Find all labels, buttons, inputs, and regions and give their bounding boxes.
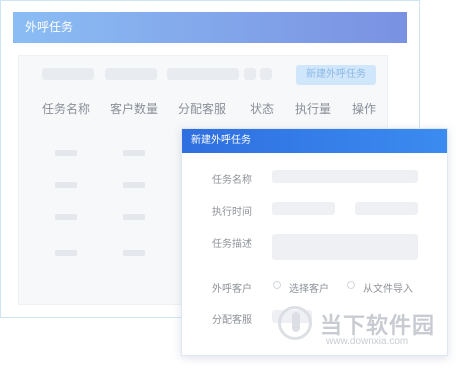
task-name-label: 任务名称 [212, 175, 252, 186]
column-header: 状态 [250, 102, 275, 116]
background-window-title: 外呼任务 [13, 12, 407, 43]
row-placeholder [55, 150, 77, 156]
filter-placeholder-2[interactable] [105, 68, 157, 80]
select-customer-option-label: 选择客户 [289, 284, 329, 295]
row-placeholder [55, 250, 77, 256]
column-header: 任务名称 [42, 102, 91, 116]
agent-label: 分配客服 [212, 315, 252, 326]
filter-placeholder-3[interactable] [167, 68, 239, 80]
task-name-input[interactable] [272, 170, 418, 183]
row-placeholder [123, 250, 145, 256]
column-header: 分配客服 [178, 102, 227, 116]
row-placeholder [123, 182, 145, 188]
row-placeholder [123, 214, 145, 220]
description-textarea[interactable] [272, 234, 418, 260]
watermark-logo-icon [278, 306, 312, 340]
row-placeholder [123, 150, 145, 156]
import-file-option-label: 从文件导入 [363, 284, 413, 295]
exec-time-start-input[interactable] [272, 202, 335, 215]
filter-placeholder-1[interactable] [42, 68, 94, 80]
filter-placeholder-4[interactable] [244, 68, 256, 80]
import-file-radio[interactable] [347, 281, 355, 289]
dialog-title: 新建外呼任务 [182, 129, 447, 153]
column-header: 执行量 [295, 102, 332, 116]
select-customer-radio[interactable] [273, 281, 281, 289]
row-placeholder [55, 214, 77, 220]
new-outbound-task-button[interactable]: 新建外呼任务 [296, 65, 376, 85]
column-header: 操作 [352, 102, 377, 116]
customer-label: 外呼客户 [212, 284, 252, 295]
description-label: 任务描述 [212, 239, 252, 250]
exec-time-label: 执行时间 [212, 207, 252, 218]
watermark-url: www.downxia.com [326, 336, 409, 347]
column-header: 客户数量 [110, 102, 159, 116]
row-placeholder [55, 182, 77, 188]
filter-placeholder-5[interactable] [260, 68, 272, 80]
exec-time-end-input[interactable] [355, 202, 418, 215]
